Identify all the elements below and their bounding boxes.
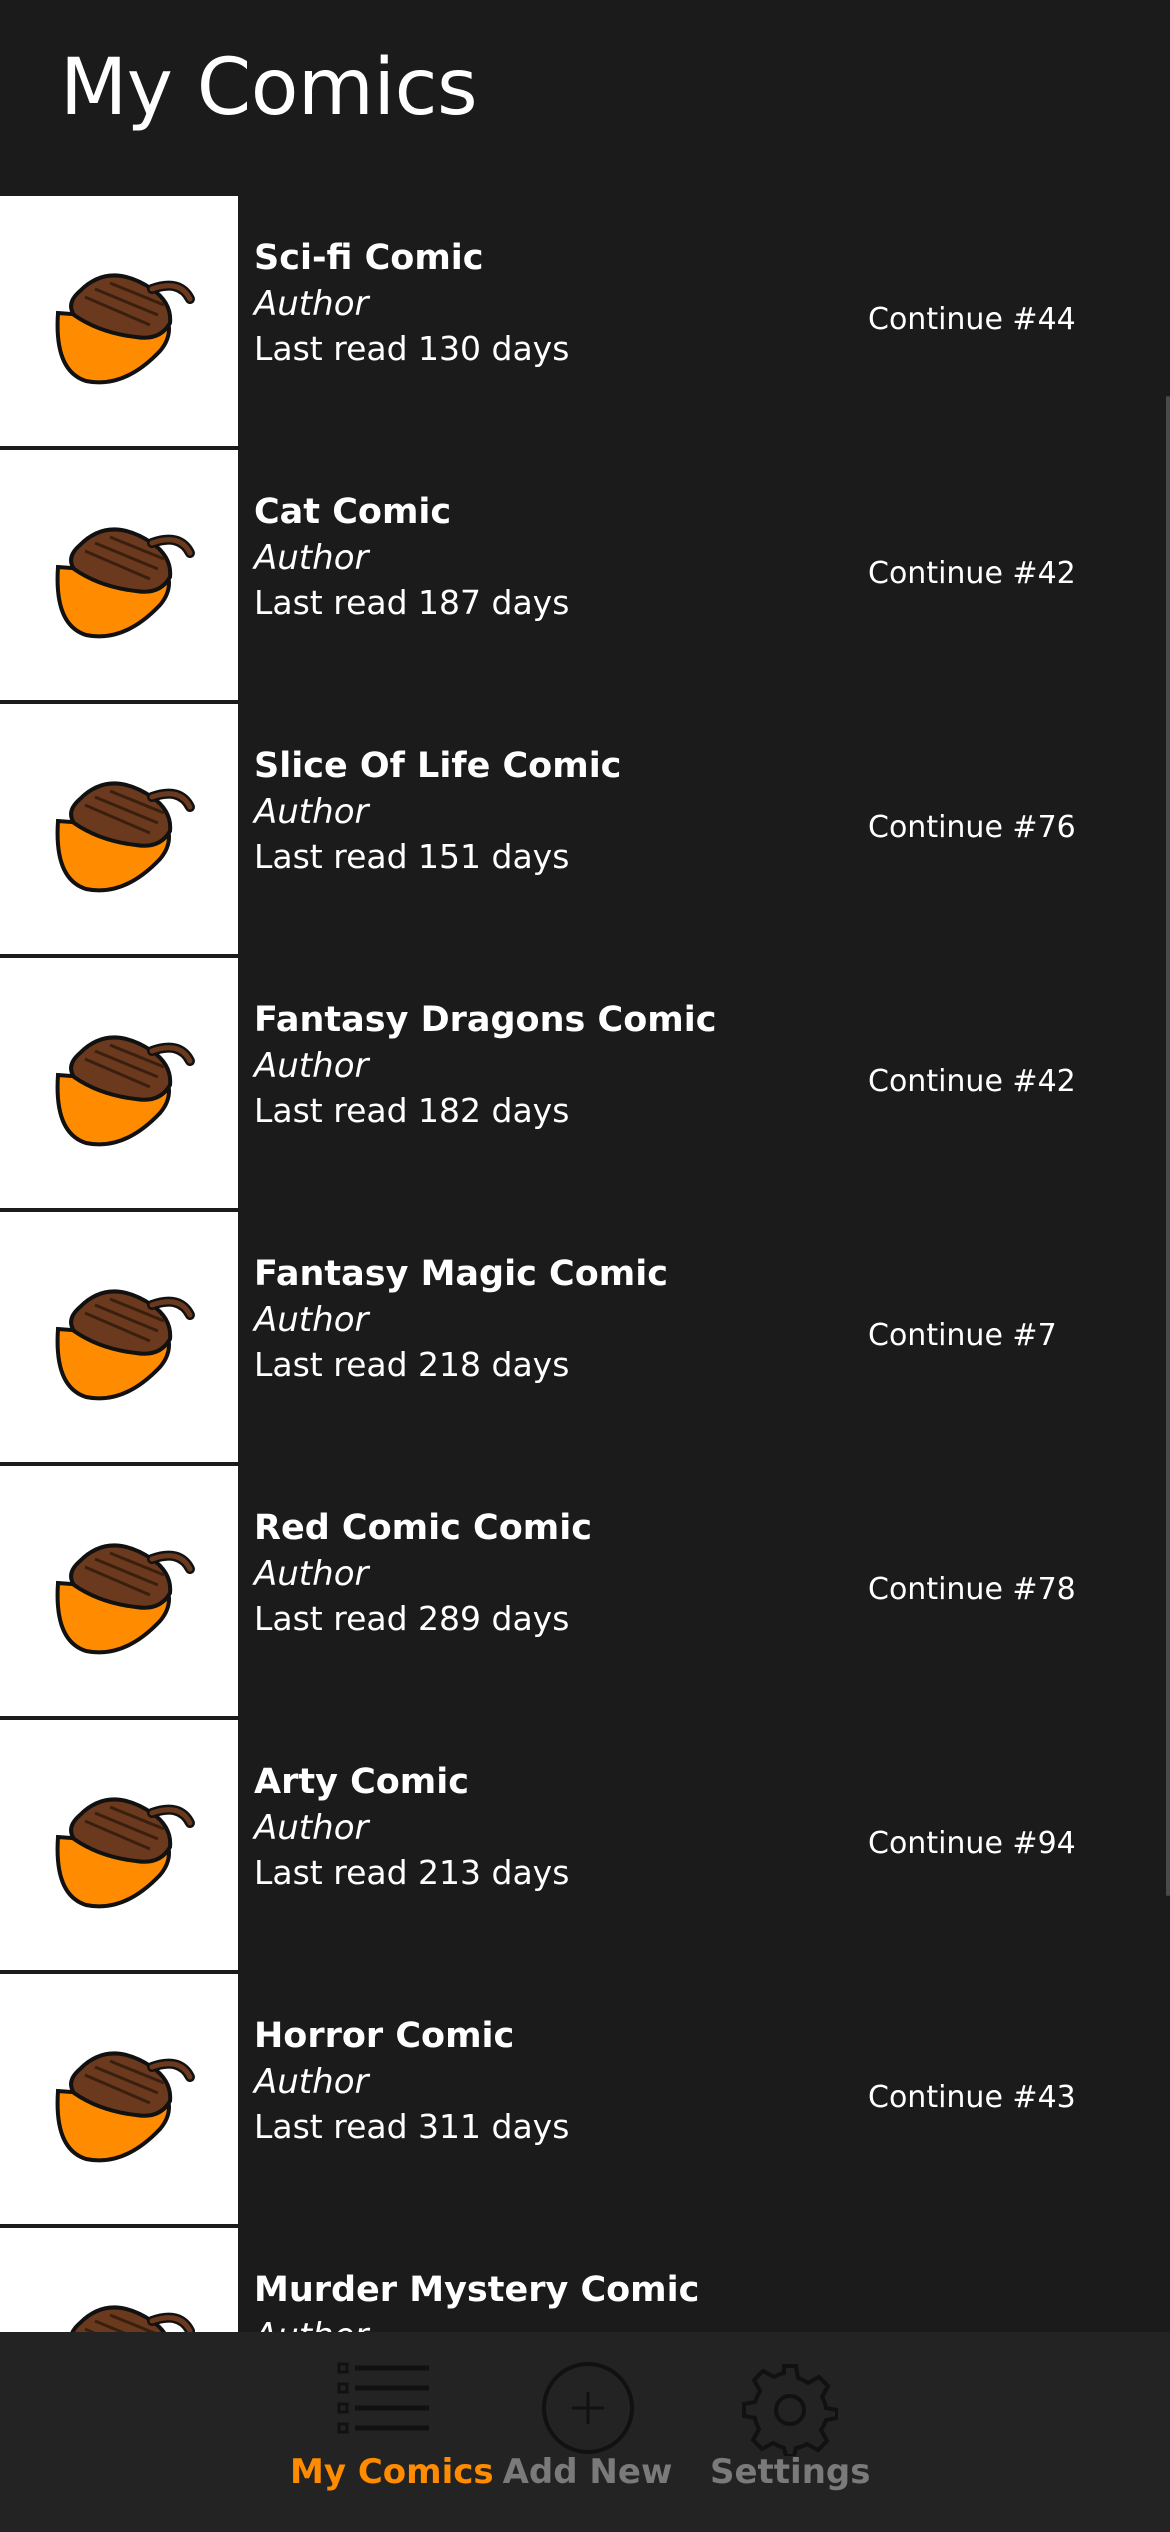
- comic-thumbnail: [0, 1212, 238, 1462]
- comic-row[interactable]: Arty Comic Author Last read 213 days Con…: [0, 1720, 1170, 1970]
- comic-title: Cat Comic: [254, 492, 452, 532]
- header: My Comics: [0, 0, 1170, 196]
- comic-author: Author: [254, 538, 369, 578]
- comic-author: Author: [254, 2316, 368, 2332]
- gear-icon: [742, 2360, 839, 2460]
- comic-row[interactable]: Cat Comic Author Last read 187 days Cont…: [0, 450, 1170, 700]
- acorn-icon: [55, 1289, 195, 1401]
- last-read-text: Last read 187 days: [254, 583, 570, 622]
- last-read-text: Last read 311 days: [254, 2107, 570, 2146]
- continue-button[interactable]: Continue #42: [868, 556, 1076, 591]
- acorn-icon: [55, 2051, 195, 2163]
- comic-author: Author: [254, 1046, 369, 1086]
- last-read-text: Last read 130 days: [254, 329, 570, 368]
- comic-author: Author: [254, 792, 369, 832]
- continue-button[interactable]: Continue #42: [868, 1064, 1076, 1099]
- comic-title: Fantasy Magic Comic: [254, 1254, 668, 1294]
- acorn-icon: [55, 781, 195, 893]
- acorn-icon: [70, 2305, 195, 2332]
- page-title: My Comics: [60, 43, 478, 133]
- last-read-text: Last read 182 days: [254, 1091, 570, 1130]
- comic-thumbnail: [0, 1974, 238, 2224]
- tab-add-new[interactable]: Add New: [500, 2332, 675, 2532]
- comic-thumbnail: [0, 2228, 238, 2332]
- comic-row[interactable]: Red Comic Comic Author Last read 289 day…: [0, 1466, 1170, 1716]
- comic-thumbnail: [0, 196, 238, 446]
- comic-row[interactable]: Murder Mystery Comic Author: [0, 2228, 1170, 2332]
- tab-my-comics[interactable]: My Comics: [290, 2332, 494, 2532]
- tab-label: Add New: [502, 2452, 673, 2492]
- comic-row[interactable]: Slice Of Life Comic Author Last read 151…: [0, 704, 1170, 954]
- comic-thumbnail: [0, 704, 238, 954]
- tab-settings[interactable]: Settings: [710, 2332, 871, 2532]
- last-read-text: Last read 289 days: [254, 1599, 570, 1638]
- acorn-icon: [55, 527, 195, 639]
- continue-button[interactable]: Continue #94: [868, 1826, 1076, 1861]
- continue-button[interactable]: Continue #43: [868, 2080, 1076, 2115]
- comic-thumbnail: [0, 1466, 238, 1716]
- continue-button[interactable]: Continue #44: [868, 302, 1076, 337]
- comic-author: Author: [254, 1554, 369, 1594]
- comic-row[interactable]: Horror Comic Author Last read 311 days C…: [0, 1974, 1170, 2224]
- comic-thumbnail: [0, 450, 238, 700]
- list-icon: [335, 2360, 435, 2444]
- comic-author: Author: [254, 2062, 369, 2102]
- comic-title: Murder Mystery Comic: [254, 2270, 700, 2310]
- comic-title: Arty Comic: [254, 1762, 470, 1802]
- tab-label: My Comics: [290, 2452, 494, 2492]
- scrollbar[interactable]: [1166, 396, 1170, 1896]
- comic-title: Fantasy Dragons Comic: [254, 1000, 717, 1040]
- comic-title: Horror Comic: [254, 2016, 515, 2056]
- bottom-tab-bar: My Comics Add New Settings: [0, 2332, 1170, 2532]
- comic-list[interactable]: Sci-fi Comic Author Last read 130 days C…: [0, 196, 1170, 2332]
- comic-title: Slice Of Life Comic: [254, 746, 622, 786]
- continue-button[interactable]: Continue #76: [868, 810, 1076, 845]
- last-read-text: Last read 151 days: [254, 837, 570, 876]
- comic-row[interactable]: Fantasy Magic Comic Author Last read 218…: [0, 1212, 1170, 1462]
- last-read-text: Last read 213 days: [254, 1853, 570, 1892]
- acorn-icon: [55, 1797, 195, 1909]
- acorn-icon: [55, 273, 195, 385]
- comic-author: Author: [254, 284, 369, 324]
- last-read-text: Last read 218 days: [254, 1345, 570, 1384]
- continue-button[interactable]: Continue #78: [868, 1572, 1076, 1607]
- comic-row[interactable]: Fantasy Dragons Comic Author Last read 1…: [0, 958, 1170, 1208]
- comic-thumbnail: [0, 958, 238, 1208]
- acorn-icon: [55, 1035, 195, 1147]
- tab-label: Settings: [710, 2452, 871, 2492]
- comic-title: Red Comic Comic: [254, 1508, 593, 1548]
- add-circle-icon: [540, 2360, 636, 2460]
- comic-title: Sci-fi Comic: [254, 238, 484, 278]
- comic-author: Author: [254, 1808, 369, 1848]
- comic-author: Author: [254, 1300, 369, 1340]
- continue-button[interactable]: Continue #7: [868, 1318, 1057, 1353]
- acorn-icon: [55, 1543, 195, 1655]
- comic-row[interactable]: Sci-fi Comic Author Last read 130 days C…: [0, 196, 1170, 446]
- comic-thumbnail: [0, 1720, 238, 1970]
